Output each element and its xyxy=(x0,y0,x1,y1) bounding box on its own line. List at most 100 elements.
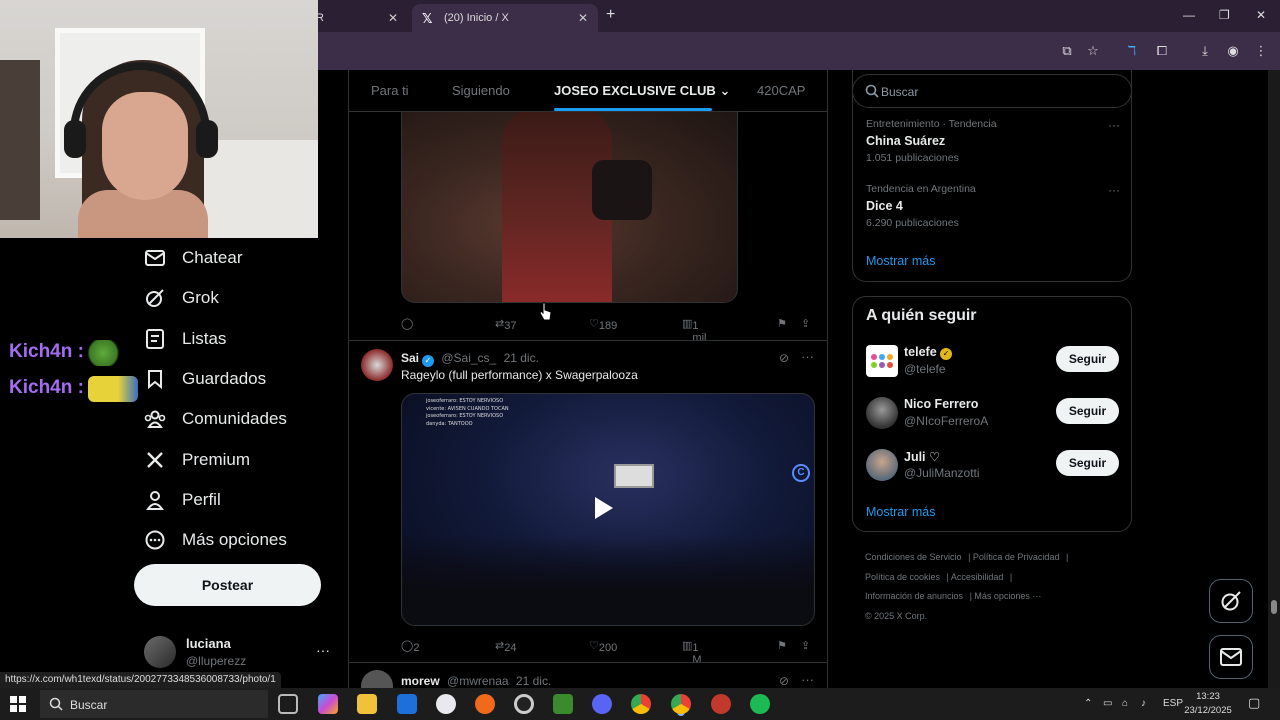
tray-device-icon[interactable]: ▭ xyxy=(1103,698,1112,709)
show-more-follow-link[interactable]: Mostrar más xyxy=(866,505,935,519)
menu-kebab-icon[interactable]: ⋮ xyxy=(1252,42,1270,60)
tweet-author-handle[interactable]: @Sai_cs_ xyxy=(441,351,496,365)
follow-suggestion[interactable]: telefe ✓ @telefe Seguir xyxy=(866,343,1120,379)
avatar[interactable] xyxy=(361,670,393,688)
footer-link-cookies[interactable]: Política de cookies xyxy=(865,572,940,582)
repost-button[interactable]: ⇄ 37 xyxy=(495,317,516,332)
follow-button[interactable]: Seguir xyxy=(1056,450,1119,476)
restore-icon[interactable]: ❐ xyxy=(1219,8,1230,22)
tab-420cap[interactable]: 420CAP xyxy=(757,83,805,98)
page-scrollbar[interactable] xyxy=(1268,70,1280,688)
bookmark-icon[interactable]: ⚑ xyxy=(777,639,787,652)
copilot-icon[interactable] xyxy=(318,694,338,714)
file-explorer-icon[interactable] xyxy=(357,694,377,714)
footer-link-accessibility[interactable]: Accesibilidad xyxy=(951,572,1004,582)
nav-item-more[interactable]: Más opciones xyxy=(134,520,334,560)
wordpad-icon[interactable] xyxy=(436,694,456,714)
footer-link-privacy[interactable]: Política de Privacidad xyxy=(973,552,1060,562)
tweet-author-name[interactable]: Sai xyxy=(401,351,419,365)
account-switcher[interactable]: luciana @lluperezz ··· xyxy=(144,634,334,670)
play-icon[interactable] xyxy=(595,497,613,519)
task-view-icon[interactable] xyxy=(278,694,298,714)
post-button[interactable]: Postear xyxy=(134,564,321,606)
obs-icon[interactable] xyxy=(514,694,534,714)
nav-item-grok[interactable]: Grok xyxy=(134,278,334,318)
views-button[interactable]: ▥ 1 M xyxy=(682,639,702,666)
new-tab-button[interactable]: + xyxy=(606,6,615,24)
footer-link-ads[interactable]: Información de anuncios xyxy=(865,591,963,601)
nav-item-chat[interactable]: Chatear xyxy=(134,238,334,278)
tab-for-you[interactable]: Para ti xyxy=(371,83,409,98)
messages-fab-button[interactable] xyxy=(1209,635,1253,679)
more-icon[interactable]: ··· xyxy=(1108,183,1120,197)
tab-following[interactable]: Siguiendo xyxy=(452,83,510,98)
browser-tab-active[interactable]: 𝕏 (20) Inicio / X ✕ xyxy=(412,4,598,32)
grok-icon[interactable]: ⊘ xyxy=(779,674,789,688)
taskbar-search[interactable]: Buscar xyxy=(40,690,268,718)
tab-joseo-exclusive-club[interactable]: JOSEO EXCLUSIVE CLUB ⌄ xyxy=(554,83,730,99)
follow-button[interactable]: Seguir xyxy=(1056,346,1119,372)
volume-icon[interactable]: ♪ xyxy=(1141,698,1146,709)
views-button[interactable]: ▥ 1 mil xyxy=(682,317,706,344)
follow-suggestion[interactable]: Juli ♡ @JuliManzotti Seguir xyxy=(866,447,1120,483)
download-icon[interactable]: ⤓ xyxy=(1196,42,1214,60)
app-orange-icon[interactable] xyxy=(475,694,495,714)
tweet-date[interactable]: 21 dic. xyxy=(504,351,539,365)
window-close-icon[interactable]: ✕ xyxy=(1256,8,1266,22)
share-icon[interactable]: ⇪ xyxy=(801,317,810,330)
bookmark-icon[interactable]: ⚑ xyxy=(777,317,787,330)
chrome-icon[interactable] xyxy=(631,694,651,714)
discord-icon[interactable] xyxy=(592,694,612,714)
tray-chevron-up-icon[interactable]: ⌃ xyxy=(1084,698,1092,709)
app-red-icon[interactable] xyxy=(711,694,731,714)
reply-icon[interactable]: ◯ xyxy=(401,317,413,330)
minecraft-icon[interactable] xyxy=(553,694,573,714)
tweet-photo[interactable] xyxy=(401,110,738,303)
extension-translate-icon[interactable]: ℸ xyxy=(1123,42,1141,60)
avatar[interactable] xyxy=(361,349,393,381)
tweet-author-handle[interactable]: @mwrenaa xyxy=(447,674,509,688)
profile-icon[interactable]: ◉ xyxy=(1224,42,1242,60)
like-button[interactable]: ♡ 189 xyxy=(589,317,617,332)
footer-link-terms[interactable]: Condiciones de Servicio xyxy=(865,552,962,562)
nav-item-profile[interactable]: Perfil xyxy=(134,480,334,520)
grok-fab-button[interactable] xyxy=(1209,579,1253,623)
show-more-trends-link[interactable]: Mostrar más xyxy=(866,254,935,268)
chrome-active-icon[interactable] xyxy=(671,694,691,714)
tweet-author-name[interactable]: morew xyxy=(401,674,440,688)
trend-item[interactable]: Tendencia en Argentina Dice 4 6.290 publ… xyxy=(866,183,1120,229)
nav-item-communities[interactable]: Comunidades xyxy=(134,399,334,439)
nav-item-premium[interactable]: Premium xyxy=(134,439,334,479)
network-icon[interactable]: ⌂ xyxy=(1122,698,1128,709)
tab-close-icon[interactable]: ✕ xyxy=(578,11,588,25)
follow-button[interactable]: Seguir xyxy=(1056,398,1119,424)
notifications-icon[interactable]: ▢ xyxy=(1248,695,1260,711)
grok-icon[interactable]: ⊘ xyxy=(779,351,789,365)
follow-suggestion[interactable]: Nico Ferrero @NIcoFerreroA Seguir xyxy=(866,395,1120,431)
reply-button[interactable]: ◯ 2 xyxy=(401,639,419,654)
nav-item-bookmarks[interactable]: Guardados xyxy=(134,359,334,399)
store-icon[interactable] xyxy=(397,694,417,714)
language-indicator[interactable]: ESP xyxy=(1163,698,1183,709)
nav-item-lists[interactable]: Listas xyxy=(134,319,334,359)
spotify-icon[interactable] xyxy=(750,694,770,714)
footer-link-more[interactable]: Más opciones ··· xyxy=(974,591,1041,601)
taskbar-clock[interactable]: 13:23 23/12/2025 xyxy=(1184,690,1232,718)
more-icon[interactable]: ··· xyxy=(1108,118,1120,132)
extensions-icon[interactable]: ⧠ xyxy=(1153,42,1171,60)
more-icon[interactable]: ··· xyxy=(316,642,330,658)
tweet-video[interactable]: joseoferraro: ESTOY NERVIOSO vicente: AV… xyxy=(401,393,815,626)
trend-item[interactable]: Entretenimiento · Tendencia China Suárez… xyxy=(866,118,1120,164)
scrollbar-thumb[interactable] xyxy=(1271,600,1277,614)
repost-button[interactable]: ⇄ 24 xyxy=(495,639,516,654)
share-icon[interactable]: ⇪ xyxy=(801,639,810,652)
tab-close-icon[interactable]: ✕ xyxy=(388,11,398,25)
windows-start-icon[interactable] xyxy=(10,696,26,712)
install-app-icon[interactable]: ⧉ xyxy=(1058,42,1076,60)
tweet-date[interactable]: 21 dic. xyxy=(516,674,551,688)
more-icon[interactable]: ··· xyxy=(801,672,814,687)
like-button[interactable]: ♡ 200 xyxy=(589,639,617,654)
more-icon[interactable]: ··· xyxy=(801,349,814,364)
bookmark-star-icon[interactable]: ☆ xyxy=(1084,42,1102,60)
minimize-icon[interactable]: — xyxy=(1183,8,1195,22)
